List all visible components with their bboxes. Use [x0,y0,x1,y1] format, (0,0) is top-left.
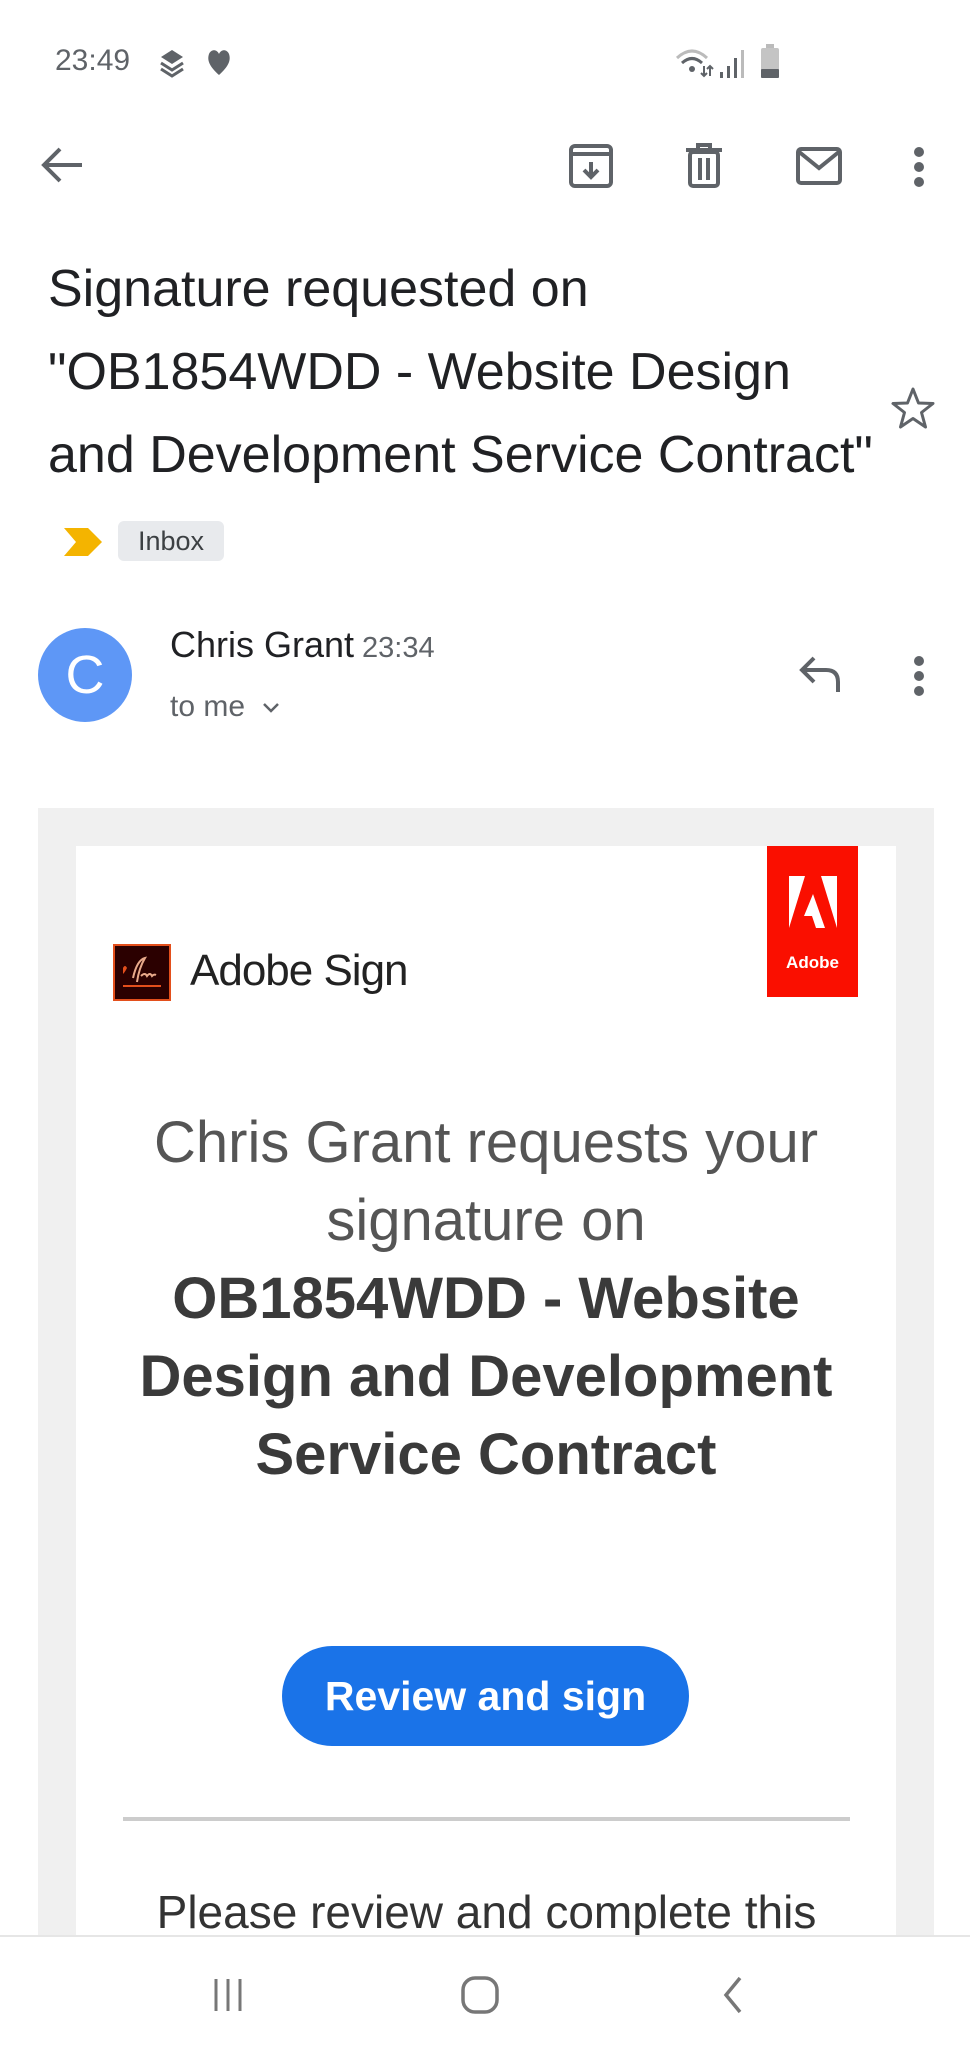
status-bar: 23:49 [0,0,970,110]
important-marker-icon[interactable] [62,500,104,583]
battery-icon [760,44,780,78]
sender-avatar[interactable]: C [38,628,132,722]
chevron-down-icon [261,701,281,715]
system-nav-bar [0,1935,970,2048]
adobe-logo: Adobe [767,846,858,997]
status-time: 23:49 [55,44,131,77]
email-subject: Signature requested on "OB1854WDD - Webs… [48,248,878,583]
body-text: Please review and complete this [156,1886,817,1938]
signature-request-heading: Chris Grant requests your signature on O… [110,1104,862,1494]
message-more-icon[interactable] [909,655,929,697]
home-icon[interactable] [460,1975,500,2015]
adobe-sign-brand: Adobe Sign [190,946,409,995]
star-icon[interactable] [890,386,936,430]
signal-icon [718,48,748,78]
adobe-sign-logo-icon [113,944,171,1001]
heart-icon [205,48,233,76]
wifi-icon [675,46,715,78]
heading-request-text: Chris Grant requests your signature on [153,1110,819,1253]
review-and-sign-button[interactable]: Review and sign [282,1646,689,1746]
heading-document-name: OB1854WDD - Website Design and Developme… [139,1266,833,1487]
divider [123,1817,850,1821]
back-arrow-icon[interactable] [40,145,84,185]
mark-unread-icon[interactable] [795,146,843,186]
layers-icon [157,48,187,78]
more-vert-icon[interactable] [909,146,929,188]
inbox-label-badge[interactable]: Inbox [118,521,225,562]
recent-apps-icon[interactable] [210,1977,246,2013]
system-back-icon[interactable] [720,1975,746,2015]
recipient-text: to me [170,690,246,723]
subject-text: Signature requested on "OB1854WDD - Webs… [48,260,873,484]
sender-line: Chris Grant 23:34 [170,624,435,666]
reply-icon[interactable] [798,654,842,694]
sent-time: 23:34 [362,632,435,664]
adobe-logo-text: Adobe [786,953,839,972]
archive-icon[interactable] [568,143,614,189]
trash-icon[interactable] [684,143,724,189]
recipient-toggle[interactable]: to me [170,690,281,724]
sender-name[interactable]: Chris Grant [170,624,354,665]
